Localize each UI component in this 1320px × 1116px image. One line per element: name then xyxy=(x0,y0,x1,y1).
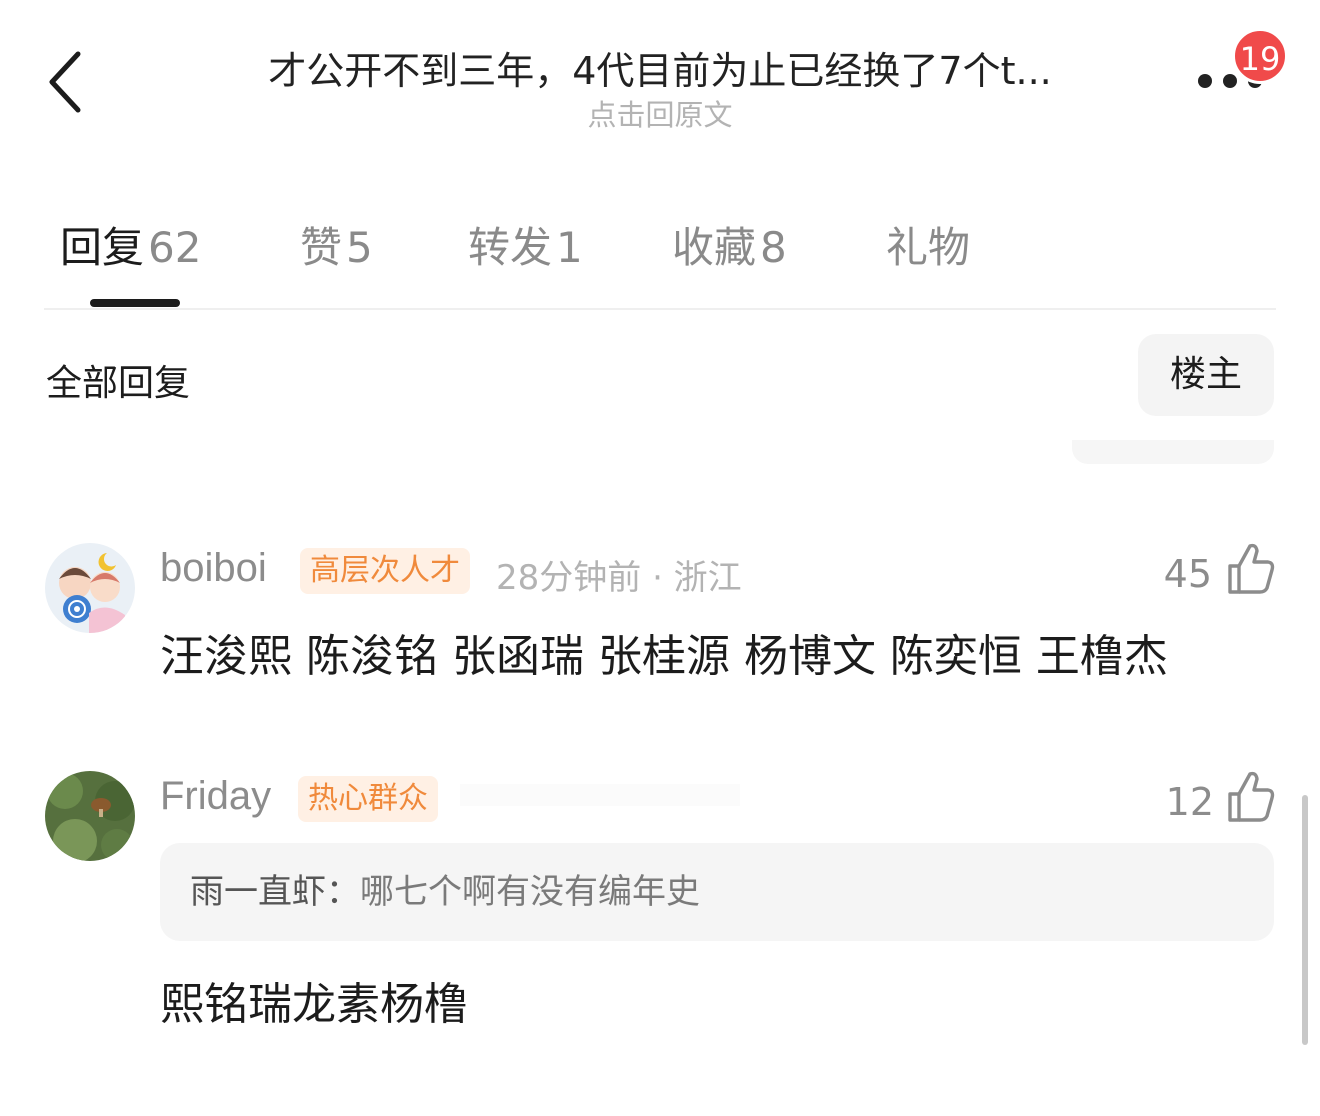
tab-count: 8 xyxy=(760,223,787,272)
thumbs-up-icon xyxy=(1228,543,1275,594)
tab-replies[interactable]: 回复62 xyxy=(60,214,201,275)
comment-page: 才公开不到三年，4代目前为止已经换了7个t... 点击回原文 19 回复62 赞… xyxy=(0,0,1320,1116)
avatar[interactable] xyxy=(45,771,135,861)
avatar-grass-photo-icon xyxy=(45,771,135,861)
like-button[interactable] xyxy=(1226,542,1276,596)
more-dot-icon xyxy=(1198,74,1212,88)
tab-divider xyxy=(44,308,1276,310)
tab-label: 转发 xyxy=(468,223,553,272)
notification-badge: 19 xyxy=(1232,28,1288,84)
all-replies-label: 全部回复 xyxy=(46,363,191,404)
like-count: 12 xyxy=(1165,780,1214,824)
op-filter-button[interactable]: 楼主 xyxy=(1138,334,1274,416)
comment-text: 熙铭瑞龙素杨橹 xyxy=(160,979,468,1030)
username[interactable]: boiboi xyxy=(160,546,267,591)
username[interactable]: Friday xyxy=(160,774,271,819)
active-tab-indicator xyxy=(90,299,180,307)
like-button[interactable] xyxy=(1226,770,1276,824)
tab-favorites[interactable]: 收藏8 xyxy=(672,214,787,275)
tab-label: 回复 xyxy=(60,223,145,272)
post-title[interactable]: 才公开不到三年，4代目前为止已经换了7个t... xyxy=(150,40,1170,95)
comment-meta: 28分钟前 · 浙江 xyxy=(496,558,742,598)
quoted-user: 雨一直虾： xyxy=(190,872,360,912)
tab-likes[interactable]: 赞5 xyxy=(300,214,373,275)
tab-label: 礼物 xyxy=(886,223,971,272)
user-badge: 热心群众 xyxy=(298,776,438,822)
like-count: 45 xyxy=(1163,552,1212,596)
back-to-post-link[interactable]: 点击回原文 xyxy=(150,92,1170,134)
quoted-reply[interactable]: 雨一直虾：哪七个啊有没有编年史 xyxy=(160,843,1274,941)
tab-label: 收藏 xyxy=(672,223,757,272)
dropdown-shadow xyxy=(1072,440,1274,464)
user-badge: 高层次人才 xyxy=(300,548,470,594)
back-button[interactable] xyxy=(40,44,96,120)
tab-count: 62 xyxy=(148,223,202,272)
redacted-meta xyxy=(460,784,740,806)
comment-text: 汪浚熙 陈浚铭 张函瑞 张桂源 杨博文 陈奕恒 王橹杰 xyxy=(160,631,1168,682)
avatar[interactable] xyxy=(45,543,135,633)
tab-reposts[interactable]: 转发1 xyxy=(468,214,583,275)
tab-count: 1 xyxy=(556,223,583,272)
more-dot-icon xyxy=(1223,74,1237,88)
chevron-left-icon xyxy=(49,51,81,113)
avatar-illustration-icon xyxy=(45,543,135,633)
scrollbar[interactable] xyxy=(1302,795,1308,1045)
thumbs-up-icon xyxy=(1228,771,1275,822)
tab-count: 5 xyxy=(346,223,373,272)
quoted-text: 哪七个啊有没有编年史 xyxy=(360,872,700,912)
tab-gifts[interactable]: 礼物 xyxy=(886,214,970,275)
tab-label: 赞 xyxy=(300,223,343,272)
